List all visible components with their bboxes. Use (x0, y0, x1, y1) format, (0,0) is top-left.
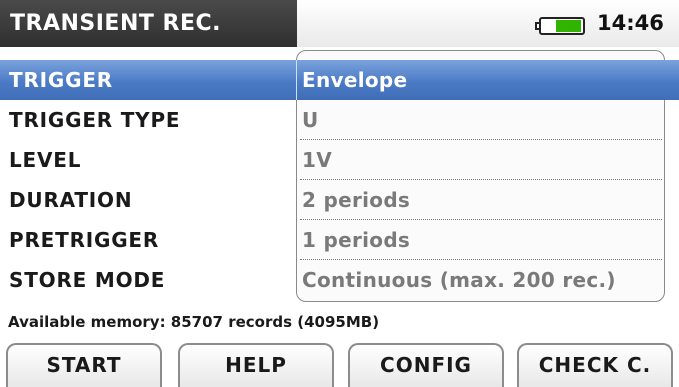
setting-value[interactable]: Continuous (max. 200 rec.) (302, 260, 616, 300)
start-button[interactable]: START (6, 343, 162, 387)
setting-value[interactable]: 1 periods (302, 220, 410, 260)
setting-label: TRIGGER (9, 68, 113, 92)
battery-level-fill (556, 20, 581, 32)
setting-label: TRIGGER TYPE (9, 108, 181, 132)
setting-value[interactable]: 1V (302, 140, 332, 180)
setting-label: STORE MODE (9, 268, 166, 292)
check-connection-button[interactable]: CHECK C. (517, 343, 673, 387)
setting-row-duration[interactable]: DURATION 2 periods (0, 180, 679, 220)
help-button[interactable]: HELP (178, 343, 334, 387)
config-button[interactable]: CONFIG (348, 343, 504, 387)
battery-icon (535, 17, 587, 35)
setting-label: LEVEL (9, 148, 82, 172)
settings-list: TRIGGER Envelope TRIGGER TYPE U LEVEL 1V… (0, 60, 679, 300)
setting-value[interactable]: 2 periods (302, 180, 410, 220)
setting-row-pretrigger[interactable]: PRETRIGGER 1 periods (0, 220, 679, 260)
clock: 14:46 (597, 11, 664, 35)
setting-row-level[interactable]: LEVEL 1V (0, 140, 679, 180)
screen-title: TRANSIENT REC. (0, 0, 297, 47)
setting-row-store-mode[interactable]: STORE MODE Continuous (max. 200 rec.) (0, 260, 679, 300)
setting-row-trigger-type[interactable]: TRIGGER TYPE U (0, 100, 679, 140)
setting-label: DURATION (9, 188, 133, 212)
setting-row-trigger[interactable]: TRIGGER Envelope (0, 60, 679, 100)
setting-label: PRETRIGGER (9, 228, 160, 252)
available-memory-status: Available memory: 85707 records (4095MB) (8, 313, 380, 331)
setting-value[interactable]: Envelope (302, 60, 407, 100)
setting-value[interactable]: U (302, 100, 319, 140)
